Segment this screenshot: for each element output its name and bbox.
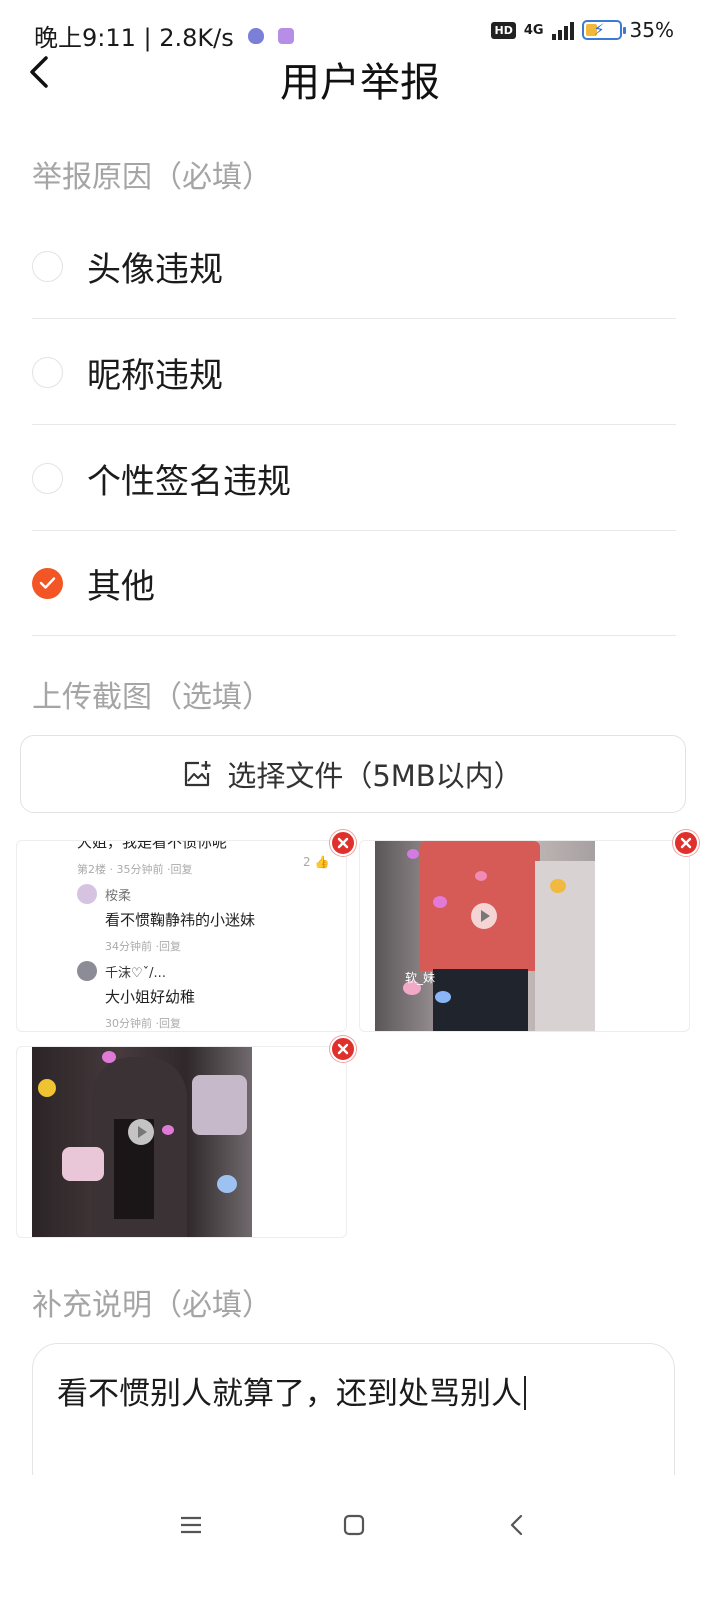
back-nav-button[interactable] [497,1505,537,1545]
remove-screenshot-2-button[interactable] [673,830,699,856]
square-home-icon [343,1514,365,1536]
avatar [77,884,97,904]
comment-screenshot: 大姐，我是看不惯你呢 第2楼 · 35分钟前 ·回复 2 👍 桉柔 看不惯鞠静祎… [77,840,346,1031]
thumbs-up-icon: 👍 [314,855,330,869]
reply-author-suffix: ♡ˇ/... [131,966,166,981]
reply-author: 千沫♡ˇ/... [105,962,166,981]
play-icon [128,1119,154,1145]
reply-text: 看不惯鞠静祎的小迷妹 [105,911,256,929]
screenshot-thumbnail-1[interactable]: 大姐，我是看不惯你呢 第2楼 · 35分钟前 ·回复 2 👍 桉柔 看不惯鞠静祎… [16,840,347,1032]
close-icon [337,837,349,849]
battery-icon: ⚡ [581,20,626,40]
like-count: 2 👍 [303,855,329,869]
battery-percent: 35% [629,18,674,42]
video-preview [32,1047,252,1237]
network-type: 4G [523,22,544,38]
reason-option-label: 头像违规 [87,249,223,290]
reason-option-label: 个性签名违规 [87,461,291,502]
like-count-value: 2 [303,855,311,869]
close-icon [680,837,692,849]
radio-button-checked[interactable] [32,567,63,599]
upload-section-label: 上传截图（选填） [32,680,272,715]
close-icon [337,1043,349,1055]
text-cursor [524,1376,526,1410]
screenshot-thumbnail-2[interactable]: 软_妹 [359,840,690,1032]
video-preview: 软_妹 [375,841,595,1031]
reason-option-other[interactable]: 其他 [32,531,676,636]
radio-button[interactable] [32,462,63,494]
remove-screenshot-1-button[interactable] [330,830,356,856]
remove-screenshot-3-button[interactable] [330,1036,356,1062]
reply-author-name: 千沫 [105,966,132,981]
radio-button[interactable] [32,250,63,282]
kuromi-sticker [192,1075,247,1135]
menu-icon [181,1516,201,1534]
screenshot-thumbnail-3[interactable] [16,1046,347,1238]
image-upload-icon [185,761,211,787]
page-title: 用户举报 [280,60,440,106]
reason-option-label: 昵称违规 [87,355,223,396]
signal-icon [551,20,574,40]
reply-text: 大小姐好幼稚 [105,988,196,1006]
reason-option-signature[interactable]: 个性签名违规 [32,426,676,531]
reply-author: 桉柔 [105,889,132,904]
avatar [77,961,97,981]
comment-top-text: 大姐，我是看不惯你呢 [77,840,228,851]
reason-section-label: 举报原因（必填） [32,160,272,195]
description-text: 看不惯别人就算了，还到处骂别人 [57,1376,522,1412]
reason-option-label: 其他 [87,566,155,607]
app-notification-icon [277,27,294,44]
reason-option-nickname[interactable]: 昵称违规 [32,320,676,425]
status-right: HD 4G ⚡ 35% [491,18,674,42]
comment-floor-meta: 第2楼 · 35分钟前 ·回复 [77,863,193,876]
check-icon [39,576,56,589]
home-button[interactable] [334,1505,374,1545]
reply-meta: 30分钟前 ·回复 [105,1017,181,1030]
reply-meta: 34分钟前 ·回复 [105,940,181,953]
shield-icon [247,27,264,44]
hd-badge: HD [491,21,516,39]
back-arrow-icon [510,1514,523,1536]
radio-button[interactable] [32,356,63,388]
menu-button[interactable] [171,1505,211,1545]
video-overlay-text: 软_妹 [405,971,436,985]
description-section-label: 补充说明（必填） [32,1288,272,1323]
select-file-button[interactable]: 选择文件（5MB以内） [20,735,686,813]
header: 用户举报 [0,46,720,106]
play-icon [471,903,497,929]
system-nav-bar [0,1475,720,1600]
reason-option-avatar[interactable]: 头像违规 [32,214,676,319]
select-file-label: 选择文件（5MB以内） [227,759,523,793]
pink-sticker [62,1147,104,1181]
